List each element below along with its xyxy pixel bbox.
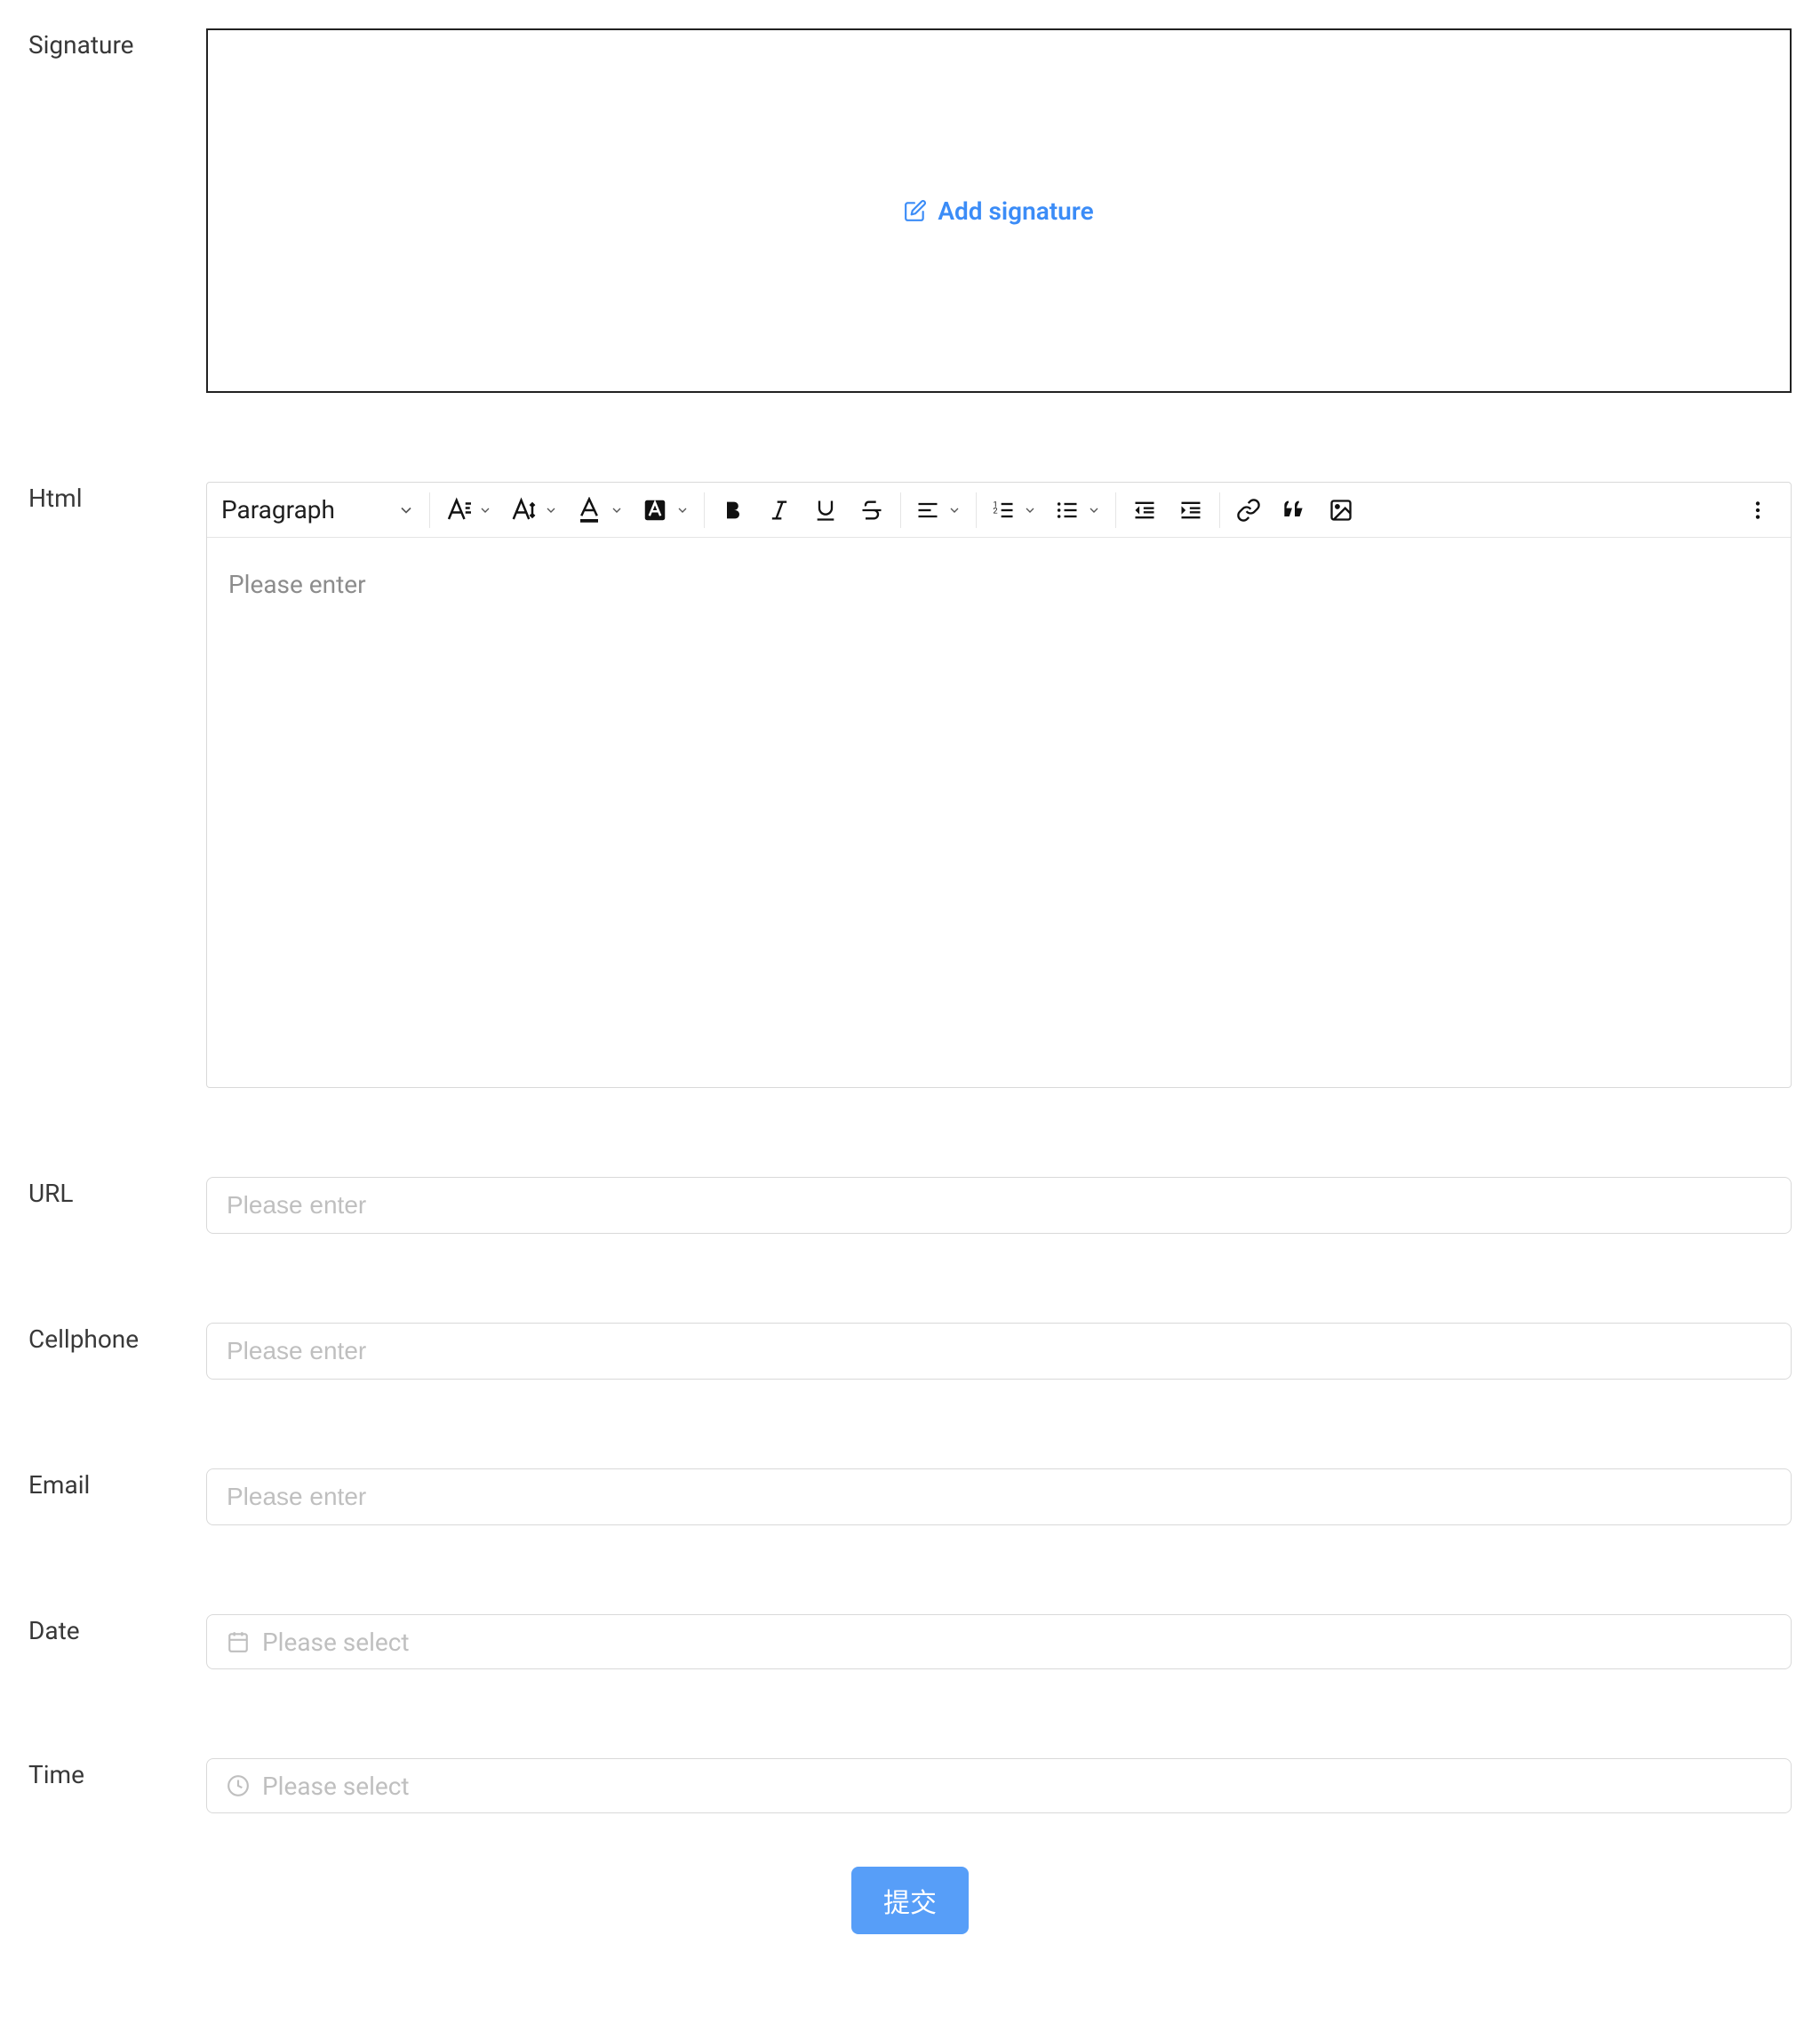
more-vertical-icon: [1746, 499, 1769, 522]
bold-button[interactable]: [719, 494, 747, 526]
chevron-down-icon: [478, 503, 492, 517]
html-editor: Paragraph: [206, 482, 1792, 1088]
font-color-button[interactable]: [576, 494, 624, 526]
time-placeholder: Please select: [262, 1772, 410, 1801]
italic-button[interactable]: [765, 494, 794, 526]
edit-icon: [904, 199, 927, 222]
signature-box[interactable]: Add signature: [206, 28, 1792, 393]
html-label: Html: [28, 482, 206, 1088]
url-label: URL: [28, 1177, 206, 1234]
date-picker[interactable]: Please select: [206, 1614, 1792, 1669]
outdent-icon: [1132, 498, 1157, 523]
time-label: Time: [28, 1758, 206, 1813]
chevron-down-icon: [610, 503, 624, 517]
add-signature-label: Add signature: [938, 196, 1093, 226]
time-picker[interactable]: Please select: [206, 1758, 1792, 1813]
italic-icon: [767, 498, 792, 523]
chevron-down-icon: [397, 501, 415, 519]
align-button[interactable]: [915, 494, 962, 526]
signature-label: Signature: [28, 28, 206, 393]
outdent-button[interactable]: [1130, 494, 1159, 526]
add-signature-button[interactable]: Add signature: [904, 196, 1093, 226]
chevron-down-icon: [544, 503, 558, 517]
chevron-down-icon: [675, 503, 690, 517]
url-input[interactable]: [206, 1177, 1792, 1234]
ordered-list-button[interactable]: 12: [991, 494, 1037, 526]
unordered-list-icon: [1055, 498, 1080, 523]
svg-text:2: 2: [993, 506, 997, 516]
highlight-color-button[interactable]: [642, 494, 690, 526]
editor-body[interactable]: Please enter: [207, 538, 1791, 1087]
unordered-list-button[interactable]: [1055, 494, 1101, 526]
font-size-icon: [510, 497, 537, 524]
bold-icon: [721, 498, 746, 523]
chevron-down-icon: [1087, 503, 1101, 517]
chevron-down-icon: [1023, 503, 1037, 517]
submit-button[interactable]: 提交: [851, 1867, 969, 1934]
font-family-button[interactable]: [444, 494, 492, 526]
strikethrough-icon: [859, 498, 884, 523]
underline-icon: [813, 498, 838, 523]
heading-value: Paragraph: [221, 495, 335, 524]
email-label: Email: [28, 1468, 206, 1525]
editor-toolbar: Paragraph: [207, 483, 1791, 538]
chevron-down-icon: [947, 503, 962, 517]
date-label: Date: [28, 1614, 206, 1669]
indent-button[interactable]: [1177, 494, 1205, 526]
link-button[interactable]: [1234, 494, 1263, 526]
more-button[interactable]: [1730, 499, 1776, 522]
calendar-icon: [227, 1630, 250, 1653]
quote-icon: [1282, 498, 1307, 523]
underline-button[interactable]: [811, 494, 840, 526]
link-icon: [1236, 498, 1261, 523]
indent-icon: [1178, 498, 1203, 523]
font-size-button[interactable]: [510, 494, 558, 526]
email-input[interactable]: [206, 1468, 1792, 1525]
blockquote-button[interactable]: [1281, 494, 1309, 526]
highlight-color-icon: [642, 497, 668, 524]
clock-icon: [227, 1774, 250, 1797]
strikethrough-button[interactable]: [858, 494, 886, 526]
image-icon: [1329, 498, 1353, 523]
align-icon: [915, 498, 940, 523]
font-family-icon: [444, 497, 471, 524]
date-placeholder: Please select: [262, 1628, 410, 1657]
heading-select[interactable]: Paragraph: [221, 492, 415, 528]
cellphone-label: Cellphone: [28, 1323, 206, 1380]
font-color-icon: [576, 497, 603, 524]
cellphone-input[interactable]: [206, 1323, 1792, 1380]
ordered-list-icon: 12: [991, 498, 1016, 523]
image-button[interactable]: [1327, 494, 1355, 526]
